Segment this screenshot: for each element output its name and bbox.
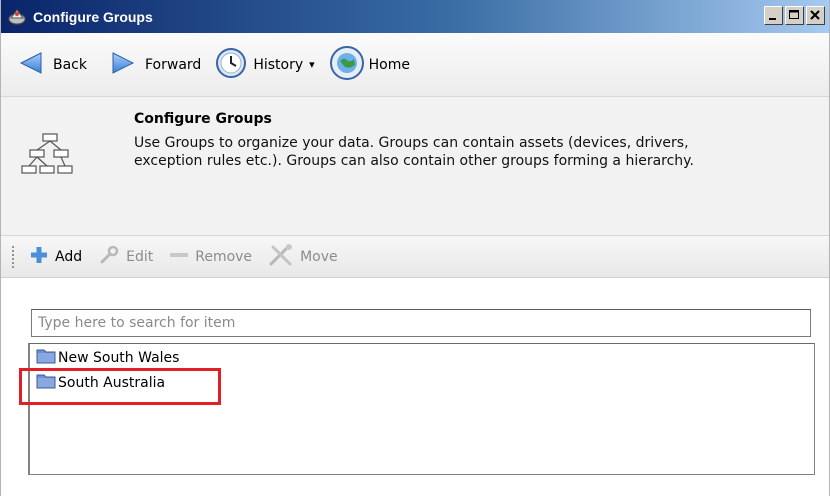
- folder-icon: [36, 348, 58, 368]
- home-button[interactable]: Home: [329, 45, 410, 85]
- globe-icon: [329, 45, 365, 85]
- window-controls: [764, 6, 825, 25]
- tree-item-label: New South Wales: [58, 350, 180, 366]
- add-label: Add: [55, 248, 83, 265]
- tree-item-label: South Australia: [58, 375, 166, 391]
- header-panel: Configure Groups Use Groups to organize …: [1, 97, 829, 236]
- clock-icon: [215, 47, 247, 83]
- move-label: Move: [300, 248, 338, 265]
- forward-label: Forward: [145, 56, 202, 73]
- plus-icon: [29, 245, 49, 269]
- toolbar: Add Edit Remove Move: [1, 236, 829, 278]
- group-tree[interactable]: New South Wales South Australia: [28, 343, 815, 475]
- move-button[interactable]: Move: [268, 243, 338, 271]
- search-input[interactable]: [31, 309, 811, 337]
- configure-groups-window: Configure Groups Back Forward History ▾ …: [0, 0, 830, 496]
- tree-item-new-south-wales[interactable]: New South Wales: [36, 347, 179, 369]
- window-title: Configure Groups: [33, 8, 153, 25]
- remove-button[interactable]: Remove: [169, 245, 252, 269]
- wrench-icon: [98, 244, 120, 270]
- edit-label: Edit: [126, 248, 154, 265]
- toolbar-grip-icon[interactable]: [11, 244, 15, 269]
- back-label: Back: [53, 56, 87, 73]
- group-hierarchy-icon: [20, 132, 80, 176]
- close-button[interactable]: [806, 6, 825, 25]
- header-description: Use Groups to organize your data. Groups…: [134, 135, 694, 169]
- back-arrow-icon: [17, 49, 45, 81]
- home-label: Home: [368, 56, 410, 73]
- add-button[interactable]: Add: [29, 245, 82, 269]
- forward-arrow-icon: [109, 49, 137, 81]
- minimize-button[interactable]: [764, 6, 783, 25]
- history-dropdown-icon[interactable]: ▾: [309, 58, 315, 71]
- app-icon: [7, 7, 27, 27]
- back-button[interactable]: Back: [17, 45, 87, 85]
- navigation-bar: Back Forward History ▾ Home: [1, 33, 829, 97]
- title-bar[interactable]: Configure Groups: [1, 0, 829, 33]
- history-button[interactable]: History ▾: [215, 45, 315, 85]
- tree-item-south-australia[interactable]: South Australia: [36, 372, 165, 394]
- folder-icon: [36, 373, 58, 393]
- minus-icon: [169, 245, 189, 269]
- history-label: History: [253, 56, 304, 73]
- forward-button[interactable]: Forward: [109, 45, 201, 85]
- move-tools-icon: [268, 243, 294, 271]
- edit-button[interactable]: Edit: [98, 244, 153, 270]
- header-title: Configure Groups: [134, 111, 272, 127]
- remove-label: Remove: [195, 248, 253, 265]
- maximize-button[interactable]: [785, 6, 804, 25]
